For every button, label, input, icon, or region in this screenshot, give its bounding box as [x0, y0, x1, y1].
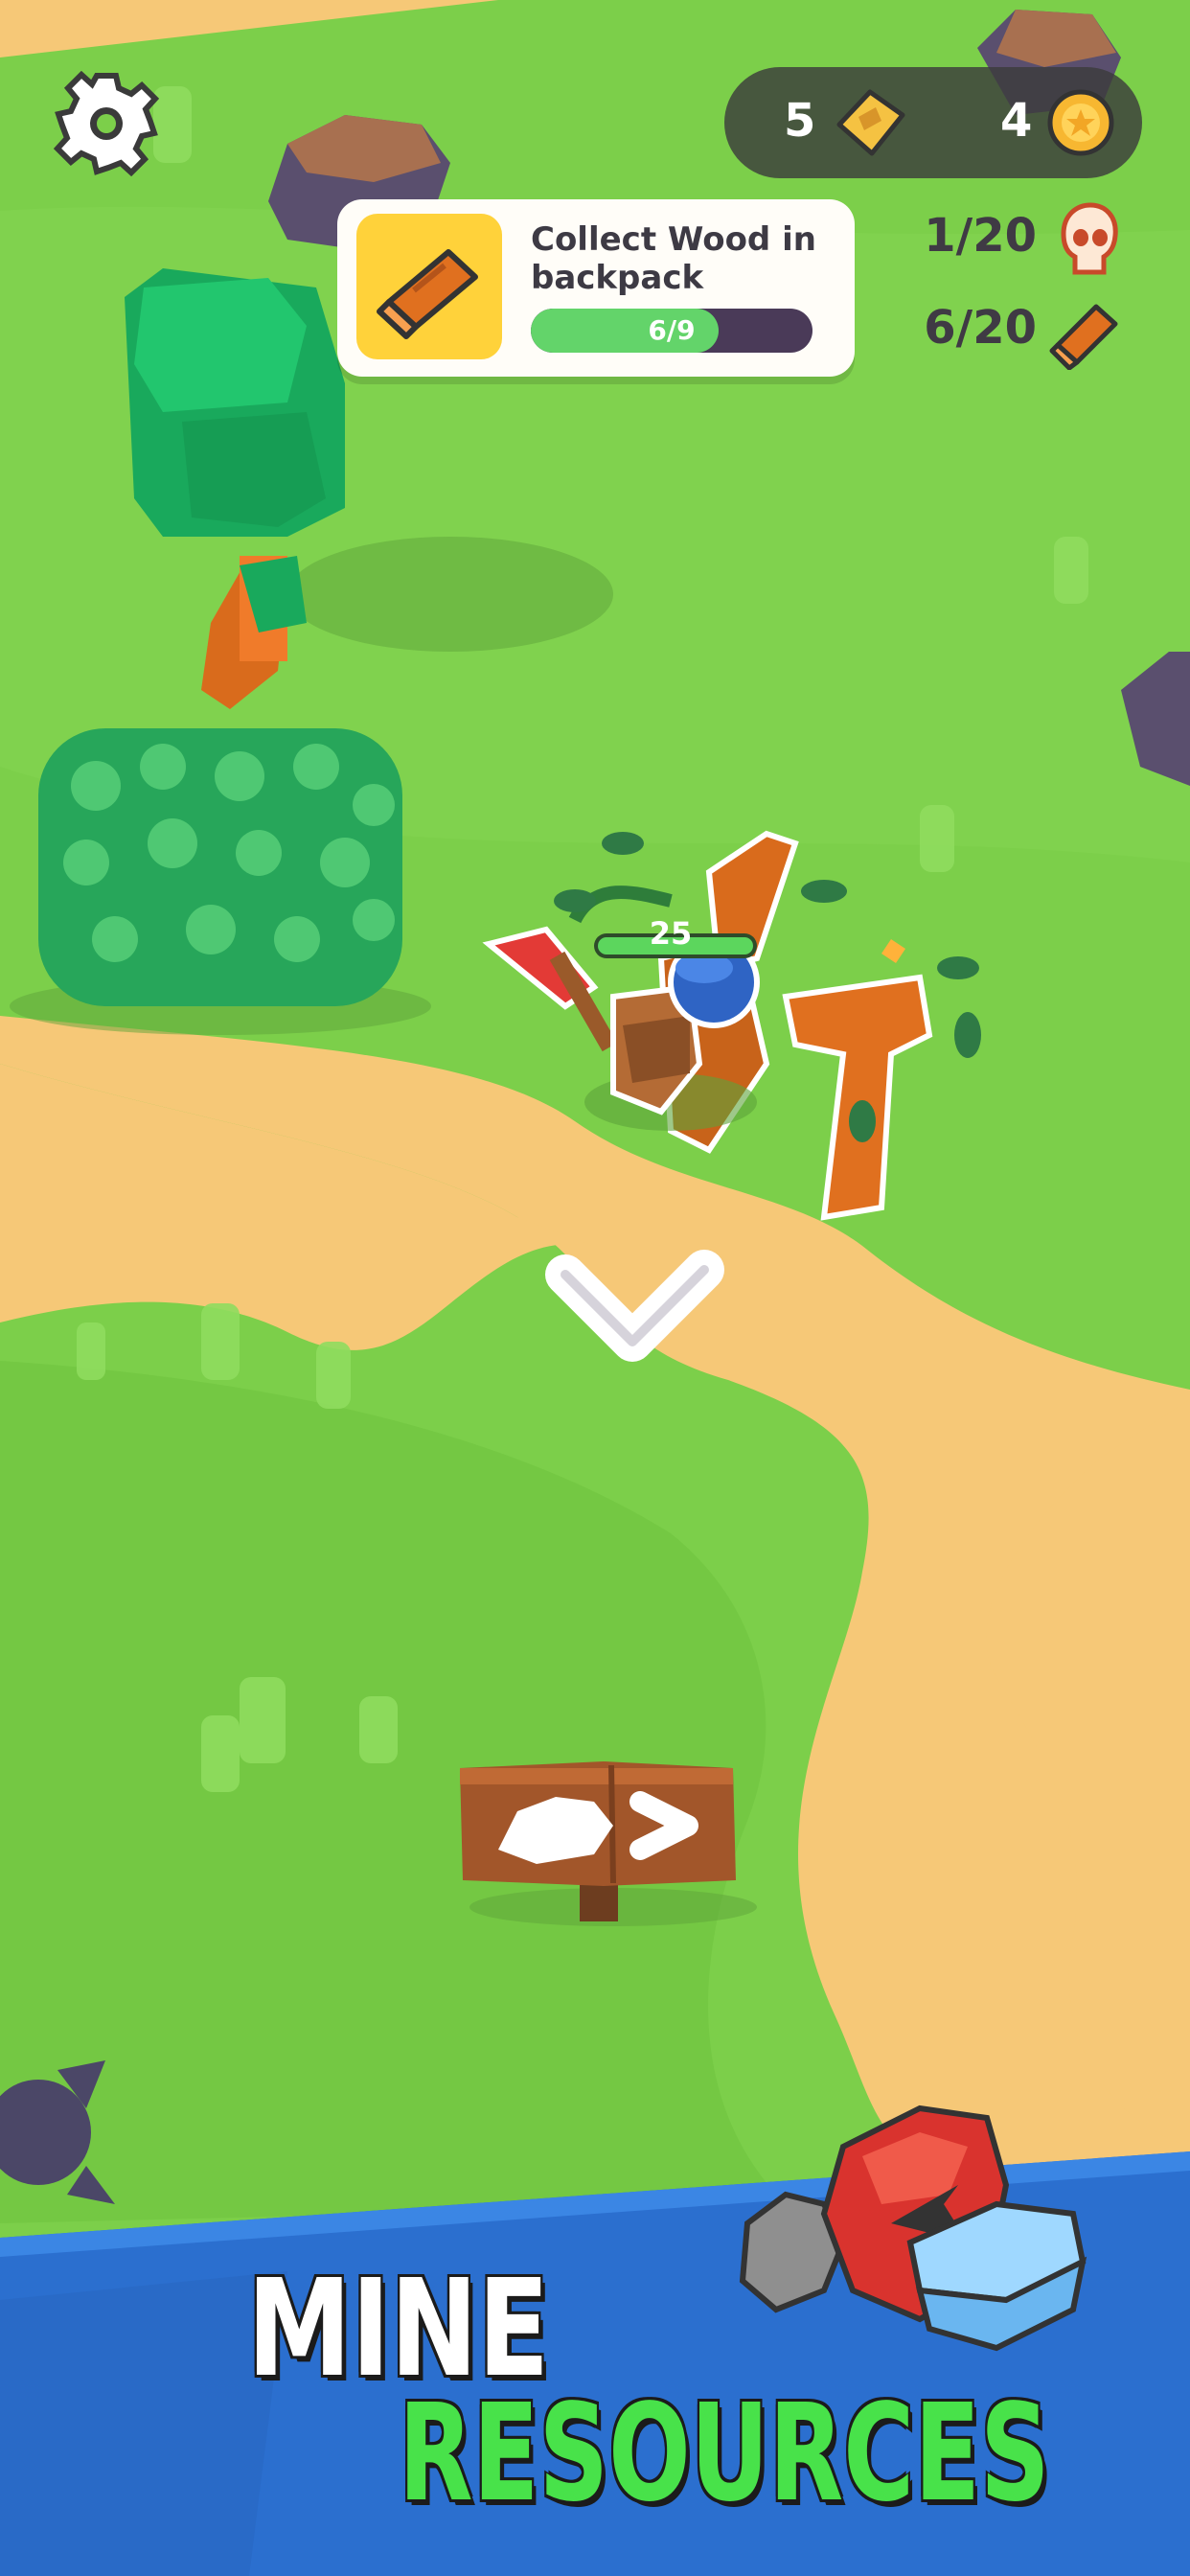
wood-log-icon — [1049, 304, 1118, 370]
quest-title: Collect Wood in backpack — [531, 220, 816, 297]
quest-icon-box — [356, 214, 502, 359]
skull-icon — [1061, 202, 1118, 275]
gear-icon — [53, 70, 160, 177]
quest-card[interactable]: Collect Wood in backpack 6/9 — [337, 199, 855, 377]
coins-count: 4 — [1000, 94, 1033, 148]
player-health-label: 25 — [649, 915, 693, 952]
quest-progress-bar: 6/9 — [531, 309, 812, 353]
game-scene — [0, 0, 1190, 2576]
coin-icon — [1047, 89, 1114, 156]
skull-counter: 1/20 — [874, 201, 1123, 278]
wood-count: 6/20 — [924, 301, 1037, 355]
quest-progress-text: 6/9 — [648, 314, 696, 346]
wood-log-icon — [377, 249, 478, 339]
skull-count: 1/20 — [924, 209, 1037, 263]
wood-counter: 6/20 — [874, 293, 1123, 370]
ticket-icon — [836, 89, 905, 156]
settings-button[interactable] — [53, 70, 160, 177]
banner-title-line2: RESOURCES — [399, 2376, 1050, 2532]
tickets-count: 5 — [784, 94, 816, 148]
currency-bar: 5 4 — [724, 67, 1142, 178]
